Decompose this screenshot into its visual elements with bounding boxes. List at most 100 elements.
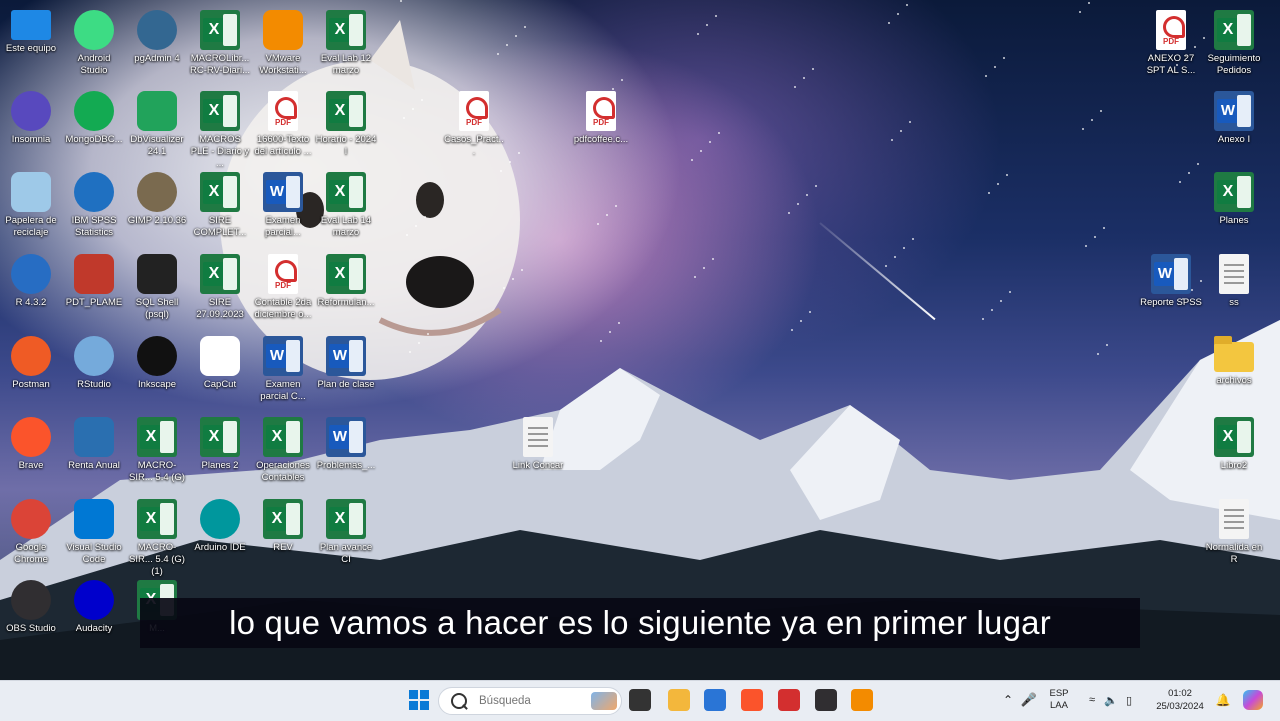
desktop-icon-operaciones-contables[interactable]: Operaciones Contables bbox=[252, 411, 314, 489]
desktop-icon-ss[interactable]: ss bbox=[1203, 248, 1265, 326]
search-input[interactable] bbox=[477, 694, 591, 708]
desktop-icon-postman[interactable]: Postman bbox=[0, 330, 62, 408]
file-explorer-icon bbox=[668, 689, 690, 711]
desktop-icon-reformulan[interactable]: Reformulan... bbox=[315, 248, 377, 326]
desktop-icon-examen-parcial-c[interactable]: Examen parcial C... bbox=[252, 330, 314, 408]
desktop-icon-capcut[interactable]: CapCut bbox=[189, 330, 251, 408]
desktop-icon-visual-studio-code[interactable]: Visual Studio Code bbox=[63, 493, 125, 571]
battery-icon[interactable]: ▯ bbox=[1120, 694, 1138, 707]
language-indicator[interactable]: ESP LAA bbox=[1042, 688, 1076, 712]
desktop-icon-vmware-workstati[interactable]: VMware Workstati... bbox=[252, 4, 314, 82]
desktop-icon-label: MongoDBC... bbox=[65, 134, 123, 145]
chevron-up-icon[interactable]: ⌃ bbox=[1000, 693, 1016, 707]
star bbox=[597, 223, 599, 225]
desktop-icon-rev[interactable]: REV bbox=[252, 493, 314, 571]
desktop-icon-papelera-de-reciclaje[interactable]: Papelera de reciclaje bbox=[0, 166, 62, 244]
desktop-icon-renta-anual[interactable]: Renta Anual bbox=[63, 411, 125, 489]
taskbar-file-explorer-button[interactable] bbox=[666, 680, 692, 720]
desktop-icon-contable-2da-diciembre-o[interactable]: Contable 2da diciembre o... bbox=[252, 248, 314, 326]
desktop-icon-planes[interactable]: Planes bbox=[1203, 166, 1265, 244]
taskbar-acrobat-button[interactable] bbox=[776, 680, 802, 720]
excel-file-icon bbox=[200, 172, 240, 212]
desktop-icon-libro2[interactable]: Libro2 bbox=[1203, 411, 1265, 489]
desktop-icon-gimp-2-10-36[interactable]: GIMP 2.10.36 bbox=[126, 166, 188, 244]
excel-file-icon bbox=[200, 91, 240, 131]
start-button[interactable] bbox=[406, 680, 432, 720]
desktop-icon-plan-avance-ci[interactable]: Plan avance CI bbox=[315, 493, 377, 571]
star bbox=[891, 139, 893, 141]
desktop-icon-label: VMware Workstati... bbox=[259, 53, 307, 76]
desktop-icon-casos-pract[interactable]: Casos_Pract... bbox=[443, 85, 505, 163]
desktop-icon-dbvisualizer-24-1[interactable]: DbVisualizer 24.1 bbox=[126, 85, 188, 163]
desktop-icon-horario-2024-i[interactable]: Horario - 2024 I bbox=[315, 85, 377, 163]
desktop-icon-16600-texto-del-art-culo[interactable]: 16600-Texto del artículo ... bbox=[252, 85, 314, 163]
desktop-icon-macros-ple-diario-y[interactable]: MACROS PLE - Diario y ... bbox=[189, 85, 251, 169]
desktop-icon-insomnia[interactable]: Insomnia bbox=[0, 85, 62, 163]
desktop-icon-rstudio[interactable]: RStudio bbox=[63, 330, 125, 408]
app-icon bbox=[11, 417, 51, 457]
desktop-icon-macrolibr-rc-rv-diari[interactable]: MACROLibr... RC-RV-Diari... bbox=[189, 4, 251, 82]
app-icon bbox=[11, 499, 51, 539]
desktop-icon-pdfcoffee-c[interactable]: pdfcoffee.c... bbox=[570, 85, 632, 163]
desktop-icon-sire-complet[interactable]: SIRE COMPLET... bbox=[189, 166, 251, 244]
app-icon bbox=[74, 336, 114, 376]
excel-file-icon bbox=[326, 172, 366, 212]
desktop-icon-pdt-plame[interactable]: PDT_PLAME bbox=[63, 248, 125, 326]
desktop-icon-seguimiento-pedidos[interactable]: Seguimiento Pedidos bbox=[1203, 4, 1265, 82]
taskbar-clock[interactable]: 01:02 25/03/2024 bbox=[1148, 680, 1212, 720]
pdf-file-icon bbox=[268, 254, 298, 294]
desktop-icon-normalida-en-r[interactable]: Normalida en R bbox=[1203, 493, 1265, 571]
taskbar-search-box[interactable] bbox=[438, 687, 622, 715]
taskbar-obs-button[interactable] bbox=[813, 680, 839, 720]
desktop-icon-audacity[interactable]: Audacity bbox=[63, 574, 125, 652]
desktop-icon-inkscape[interactable]: Inkscape bbox=[126, 330, 188, 408]
desktop-icon-este-equipo[interactable]: Este equipo bbox=[0, 4, 62, 82]
desktop-icon-examen-parcial[interactable]: Examen parcial... bbox=[252, 166, 314, 244]
app-icon bbox=[74, 10, 114, 50]
desktop-icon-eval-lab-14-marzo[interactable]: Eval Lab 14 marzo bbox=[315, 166, 377, 244]
excel-file-icon bbox=[200, 254, 240, 294]
bell-icon[interactable]: 🔔 bbox=[1215, 693, 1231, 707]
desktop-icon-planes-2[interactable]: Planes 2 bbox=[189, 411, 251, 489]
taskbar-task-view-button[interactable] bbox=[627, 680, 653, 720]
desktop-icon-anexo-27-spt-al-s[interactable]: ANEXO 27 SPT AL S... bbox=[1140, 4, 1202, 82]
desktop-icon-label: REV bbox=[273, 542, 293, 553]
desktop-icon-reporte-spss[interactable]: Reporte SPSS bbox=[1140, 248, 1202, 326]
desktop-icon-macro-sir-5-4-g[interactable]: MACRO-SIR... 5.4 (G) bbox=[126, 411, 188, 489]
desktop-icon-brave[interactable]: Brave bbox=[0, 411, 62, 489]
star bbox=[809, 311, 811, 313]
wifi-icon[interactable]: ≈ bbox=[1082, 694, 1102, 706]
copilot-icon[interactable] bbox=[1243, 690, 1263, 710]
desktop-icon-archivos[interactable]: archivos bbox=[1203, 330, 1265, 408]
desktop-icon-eval-lab-12-marzo[interactable]: Eval Lab 12 marzo bbox=[315, 4, 377, 82]
desktop-icon-label: ss bbox=[1229, 297, 1239, 308]
desktop-icon-google-chrome[interactable]: Google Chrome bbox=[0, 493, 62, 571]
desktop-icon-android-studio[interactable]: Android Studio bbox=[63, 4, 125, 82]
desktop-icon-r-4-3-2[interactable]: R 4.3.2 bbox=[0, 248, 62, 326]
desktop-icon-sire-27-09-2023[interactable]: SIRE 27.09.2023 bbox=[189, 248, 251, 326]
volume-icon[interactable]: 🔈 bbox=[1102, 694, 1120, 707]
desktop-icon-label: Brave bbox=[18, 460, 44, 471]
desktop-icon-plan-de-clase[interactable]: Plan de clase bbox=[315, 330, 377, 408]
taskbar-brave-button[interactable] bbox=[739, 680, 765, 720]
desktop-icon-anexo-i[interactable]: Anexo I bbox=[1203, 85, 1265, 163]
star bbox=[900, 130, 902, 132]
taskbar-snipping-tool-button[interactable] bbox=[702, 680, 728, 720]
desktop-icon-mongodbc[interactable]: MongoDBC... bbox=[63, 85, 125, 163]
desktop-icon-link-concar[interactable]: Link Concar bbox=[507, 411, 569, 489]
star bbox=[412, 108, 414, 110]
star bbox=[521, 269, 523, 271]
desktop-icon-obs-studio[interactable]: OBS Studio bbox=[0, 574, 62, 652]
desktop-icon-sql-shell-psql[interactable]: SQL Shell (psql) bbox=[126, 248, 188, 326]
desktop-icon-label: ANEXO 27 SPT AL S... bbox=[1146, 53, 1196, 76]
windows-logo-icon bbox=[409, 690, 429, 710]
microphone-icon[interactable]: 🎤 bbox=[1016, 692, 1042, 708]
desktop-icon-pgadmin-4[interactable]: pgAdmin 4 bbox=[126, 4, 188, 82]
star bbox=[400, 0, 402, 2]
desktop-icon-macro-sir-5-4-g-1[interactable]: MACRO-SIR... 5.4 (G) (1) bbox=[126, 493, 188, 577]
taskbar-vmware-button[interactable] bbox=[849, 680, 875, 720]
desktop-icon-arduino-ide[interactable]: Arduino IDE bbox=[189, 493, 251, 571]
clock-time: 01:02 bbox=[1168, 688, 1192, 699]
desktop-icon-problemas[interactable]: Problemas_... bbox=[315, 411, 377, 489]
desktop-icon-ibm-spss-statistics[interactable]: IBM SPSS Statistics bbox=[63, 166, 125, 244]
